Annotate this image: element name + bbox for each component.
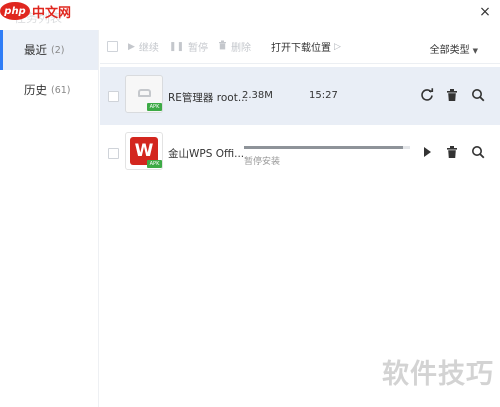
download-row[interactable]: W APK 金山WPS Offi... 暂停安装: [100, 124, 500, 182]
title-bar: 任务列表 php 中文网 ×: [0, 0, 500, 28]
file-size: 2.38M: [242, 90, 273, 101]
site-watermark-logo: php 中文网: [0, 2, 72, 21]
sidebar: 最近 (2) 历史 (61): [0, 30, 99, 407]
apk-badge: APK: [147, 160, 162, 168]
open-download-location-label: 打开下载位置: [271, 43, 332, 54]
watermark-text: 软件技巧: [382, 359, 494, 390]
search-icon[interactable]: [471, 145, 485, 159]
sidebar-item-label: 历史: [24, 83, 47, 97]
pause-button[interactable]: ❚❚ 暂停: [168, 39, 209, 55]
progress-bar: [244, 146, 410, 149]
type-filter-dropdown[interactable]: 全部类型 ▼: [430, 41, 478, 56]
sidebar-item-history[interactable]: 历史 (61): [0, 70, 98, 110]
apk-badge: APK: [147, 103, 162, 111]
resume-label: 继续: [138, 43, 159, 54]
open-download-location-button[interactable]: 打开下载位置 ▷: [271, 39, 341, 55]
tray-glyph: [138, 89, 151, 97]
pause-label: 暂停: [188, 43, 209, 54]
sidebar-item-count: (61): [51, 84, 71, 96]
trash-icon[interactable]: [445, 88, 459, 102]
toolbar: ▶ 继续 ❚❚ 暂停 删除 打开下载位置 ▷ 全部类型 ▼: [100, 30, 500, 64]
sidebar-item-recent[interactable]: 最近 (2): [0, 30, 98, 70]
file-name: RE管理器 root...: [168, 92, 248, 104]
search-icon[interactable]: [471, 88, 485, 102]
sidebar-item-label: 最近: [24, 43, 47, 57]
trash-icon: [218, 40, 227, 53]
close-button[interactable]: ×: [478, 5, 492, 19]
delete-label: 删除: [231, 43, 252, 54]
chevron-down-icon: ▼: [472, 47, 478, 55]
wps-office-icon: W APK: [125, 132, 163, 170]
re-manager-icon: APK: [125, 75, 163, 113]
arrow-icon: ▷: [334, 41, 341, 52]
logo-text: 中文网: [32, 5, 72, 21]
play-icon[interactable]: [420, 145, 434, 159]
trash-icon[interactable]: [445, 145, 459, 159]
delete-button[interactable]: 删除: [218, 39, 251, 54]
type-filter-label: 全部类型: [429, 45, 470, 56]
download-row[interactable]: APK RE管理器 root... 2.38M 15:27: [100, 67, 500, 125]
pause-icon: ❚❚: [168, 41, 185, 52]
refresh-icon[interactable]: [420, 88, 434, 102]
select-all-checkbox[interactable]: [107, 41, 118, 52]
progress-fill: [244, 146, 404, 149]
logo-badge: php: [0, 2, 30, 20]
status-text: 暂停安装: [244, 157, 281, 167]
row-checkbox[interactable]: [108, 91, 119, 102]
play-icon: ▶: [128, 41, 135, 52]
sidebar-item-count: (2): [51, 44, 65, 56]
file-name: 金山WPS Offi...: [168, 148, 245, 160]
resume-button[interactable]: ▶ 继续: [128, 39, 159, 55]
file-time: 15:27: [309, 90, 338, 101]
row-checkbox[interactable]: [108, 148, 119, 159]
